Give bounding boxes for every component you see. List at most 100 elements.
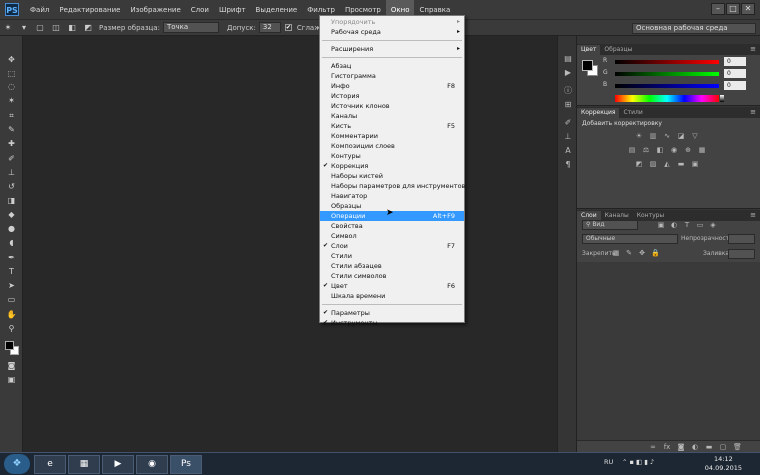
window-menu-item[interactable]: Кисть F5 <box>320 121 464 131</box>
antialias-checkbox[interactable]: ✔ <box>284 24 292 31</box>
panel-menu-icon[interactable]: ≡ <box>750 108 756 116</box>
filter-smart-object-icon[interactable]: ◈ <box>709 221 717 229</box>
blue-channel-slider[interactable] <box>615 84 719 88</box>
window-menu-item[interactable]: Символ <box>320 231 464 241</box>
red-channel-input[interactable]: 0 <box>724 57 746 66</box>
quick-mask-icon[interactable]: ◙ <box>5 360 18 371</box>
clone-source-panel-icon[interactable]: ⊥ <box>562 132 574 142</box>
new-layer-icon[interactable]: ▢ <box>719 443 727 451</box>
brush-panel-icon[interactable]: ✐ <box>562 118 574 128</box>
black-white-icon[interactable]: ◧ <box>656 146 664 154</box>
lock-pixels-icon[interactable]: ✎ <box>625 249 633 257</box>
add-selection-icon[interactable]: ◫ <box>51 23 61 33</box>
window-menu-item[interactable]: Свойства <box>320 221 464 231</box>
window-menu-item[interactable]: Расширения ▸ <box>320 44 464 54</box>
clone-stamp-tool-icon[interactable]: ⊥ <box>5 167 18 178</box>
new-adjustment-layer-icon[interactable]: ◐ <box>691 443 699 451</box>
close-button[interactable]: ✕ <box>741 3 755 15</box>
fill-input[interactable] <box>728 249 755 259</box>
blue-channel-input[interactable]: 0 <box>724 81 746 90</box>
window-menu-item[interactable]: ✔ Параметры <box>320 308 464 318</box>
eyedropper-tool-icon[interactable]: ✎ <box>5 124 18 135</box>
filter-pixel-icon[interactable]: ▣ <box>657 221 665 229</box>
info-panel-icon[interactable]: ⓘ <box>562 86 574 96</box>
window-menu-item[interactable]: История <box>320 91 464 101</box>
window-menu-item[interactable]: Рабочая среда ▸ <box>320 27 464 37</box>
window-menu-item[interactable]: Стили символов <box>320 271 464 281</box>
grayscale-ramp[interactable] <box>720 95 724 102</box>
window-menu-item[interactable]: Комментарии <box>320 131 464 141</box>
menu-type[interactable]: Шрифт <box>214 0 251 20</box>
vibrance-icon[interactable]: ▽ <box>691 132 699 140</box>
blur-tool-icon[interactable]: ● <box>5 223 18 234</box>
move-tool-icon[interactable]: ✥ <box>5 54 18 65</box>
layer-kind-filter[interactable]: ⚲ Вид <box>582 220 638 230</box>
maximize-button[interactable]: □ <box>726 3 740 15</box>
hue-saturation-icon[interactable]: ▤ <box>628 146 636 154</box>
menu-edit[interactable]: Редактирование <box>54 0 125 20</box>
window-menu-item[interactable]: ✔ Цвет F6 <box>320 281 464 291</box>
tab-paths[interactable]: Контуры <box>633 211 668 221</box>
media-player-icon[interactable]: ▶ <box>102 455 134 474</box>
window-menu-item[interactable]: Стили <box>320 251 464 261</box>
curves-icon[interactable]: ∿ <box>663 132 671 140</box>
file-explorer-icon[interactable]: ▦ <box>68 455 100 474</box>
sample-size-select[interactable]: Точка <box>162 22 219 33</box>
gradient-map-icon[interactable]: ▬ <box>677 160 685 168</box>
tray-icons[interactable]: ⌃ ▪ ◧ ▮ ♪ <box>622 458 654 466</box>
history-brush-tool-icon[interactable]: ↺ <box>5 181 18 192</box>
blend-mode-select[interactable]: Обычные <box>582 234 678 244</box>
dodge-tool-icon[interactable]: ◖ <box>5 237 18 248</box>
marquee-tool-icon[interactable]: ⬚ <box>5 68 18 79</box>
window-menu-item[interactable]: Композиции слоев <box>320 141 464 151</box>
posterize-icon[interactable]: ▨ <box>649 160 657 168</box>
magic-wand-icon[interactable]: ✶ <box>3 23 13 33</box>
screen-mode-icon[interactable]: ▣ <box>5 374 18 385</box>
color-balance-icon[interactable]: ⚖ <box>642 146 650 154</box>
window-menu-item[interactable]: ✔ Коррекция <box>320 161 464 171</box>
healing-brush-tool-icon[interactable]: ✚ <box>5 138 18 149</box>
tab-color[interactable]: Цвет <box>577 45 601 55</box>
path-selection-tool-icon[interactable]: ➤ <box>5 280 18 291</box>
window-menu-item[interactable]: Наборы кистей <box>320 171 464 181</box>
filter-shape-icon[interactable]: ▭ <box>696 221 704 229</box>
add-mask-icon[interactable]: ◙ <box>677 443 685 451</box>
foreground-color-swatch[interactable] <box>582 60 593 71</box>
menu-select[interactable]: Выделение <box>251 0 303 20</box>
lock-position-icon[interactable]: ✥ <box>638 249 646 257</box>
start-button[interactable]: ❖ <box>4 454 30 474</box>
new-selection-icon[interactable]: ▢ <box>35 23 45 33</box>
hand-tool-icon[interactable]: ✋ <box>5 309 18 320</box>
workspace-select[interactable]: Основная рабочая среда <box>632 23 756 34</box>
language-indicator[interactable]: RU <box>604 458 613 466</box>
levels-icon[interactable]: ▥ <box>649 132 657 140</box>
tool-preset-arrow-icon[interactable]: ▾ <box>19 23 29 33</box>
delete-layer-icon[interactable]: 🗑 <box>733 443 742 451</box>
window-menu-item[interactable]: Навигатор <box>320 191 464 201</box>
layers-list[interactable] <box>577 262 760 440</box>
canvas-area[interactable] <box>23 36 557 452</box>
green-channel-input[interactable]: 0 <box>724 69 746 78</box>
color-spectrum-bar[interactable] <box>615 95 719 102</box>
panel-menu-icon[interactable]: ≡ <box>750 211 756 219</box>
eraser-tool-icon[interactable]: ◨ <box>5 195 18 206</box>
chrome-icon[interactable]: ◉ <box>136 455 168 474</box>
menu-image[interactable]: Изображение <box>125 0 185 20</box>
paint-bucket-tool-icon[interactable]: ◆ <box>5 209 18 220</box>
lock-transparency-icon[interactable]: ▦ <box>612 249 620 257</box>
channel-mixer-icon[interactable]: ⊕ <box>684 146 692 154</box>
actions-panel-icon[interactable]: ▶ <box>562 68 574 78</box>
window-menu-item[interactable]: Стили абзацев <box>320 261 464 271</box>
panel-menu-icon[interactable]: ≡ <box>750 45 756 53</box>
photo-filter-icon[interactable]: ◉ <box>670 146 678 154</box>
layer-style-icon[interactable]: fx <box>663 443 671 451</box>
exposure-icon[interactable]: ◪ <box>677 132 685 140</box>
brightness-contrast-icon[interactable]: ☀ <box>635 132 643 140</box>
opacity-input[interactable] <box>728 234 755 244</box>
intersect-selection-icon[interactable]: ◩ <box>83 23 93 33</box>
tab-adjustments[interactable]: Коррекция <box>577 108 620 118</box>
window-menu-item[interactable]: Контуры <box>320 151 464 161</box>
type-tool-icon[interactable]: T <box>5 266 18 277</box>
pen-tool-icon[interactable]: ✒ <box>5 252 18 263</box>
crop-tool-icon[interactable]: ⌗ <box>5 110 18 121</box>
